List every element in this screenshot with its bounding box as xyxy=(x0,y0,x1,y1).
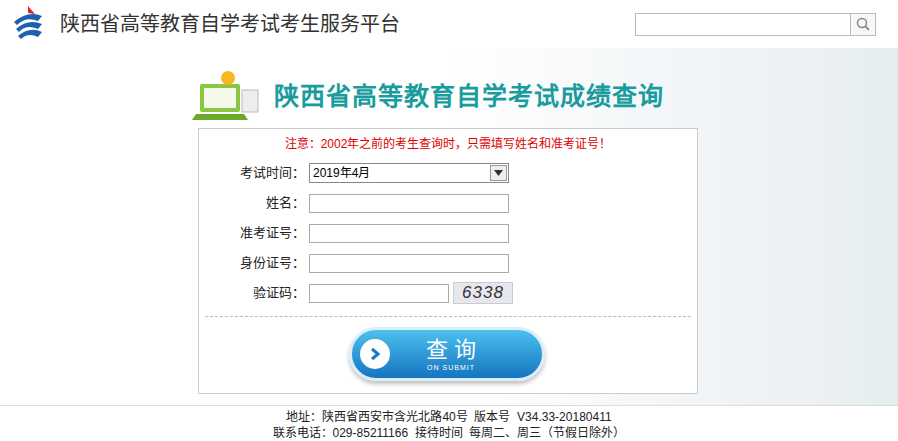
footer-line: 地址：陕西省西安市含光北路40号 版本号 V34.33-20180411 xyxy=(0,409,898,425)
query-form: 注意：2002年之前的考生查询时，只需填写姓名和准考证号！ 考试时间：2019年4… xyxy=(198,128,698,394)
brand: 陕西省高等教育自学考试考生服务平台 xyxy=(8,4,400,44)
logo-icon xyxy=(8,4,48,44)
form-row: 考试时间：2019年4月 xyxy=(199,158,697,188)
dropdown-arrow-icon[interactable] xyxy=(490,165,507,181)
form-row: 准考证号： xyxy=(199,218,697,248)
submit-label: 查 询ON SUBMIT xyxy=(390,337,542,372)
search-box xyxy=(635,13,876,36)
field-label: 姓名： xyxy=(199,193,309,213)
header: 陕西省高等教育自学考试考生服务平台 xyxy=(0,0,898,48)
submit-button[interactable]: 查 询ON SUBMIT xyxy=(349,327,545,381)
text-input[interactable] xyxy=(309,224,509,243)
form-row: 验证码： 6338 xyxy=(199,278,697,308)
panel-heading: 陕西省高等教育自学考试成绩查询 xyxy=(192,70,898,122)
captcha-image[interactable]: 6338 xyxy=(453,282,513,304)
search-input[interactable] xyxy=(635,13,851,36)
field-label: 准考证号： xyxy=(199,223,309,243)
site-title: 陕西省高等教育自学考试考生服务平台 xyxy=(60,11,400,37)
select-value: 2019年4月 xyxy=(310,164,370,182)
arrow-icon xyxy=(360,339,390,369)
panel-title: 陕西省高等教育自学考试成绩查询 xyxy=(274,80,664,112)
submit-subtext: ON SUBMIT xyxy=(427,363,475,372)
form-row: 身份证号： xyxy=(199,248,697,278)
text-input[interactable] xyxy=(309,254,509,273)
footer: 地址：陕西省西安市含光北路40号 版本号 V34.33-20180411联系电话… xyxy=(0,405,898,441)
text-input[interactable] xyxy=(309,194,509,213)
footer-line: 联系电话：029-85211166 接待时间 每周二、周三（节假日除外） xyxy=(0,425,898,441)
form-row: 姓名： xyxy=(199,188,697,218)
exam-time-select[interactable]: 2019年4月 xyxy=(309,163,509,183)
search-icon[interactable] xyxy=(851,13,876,36)
captcha-input[interactable] xyxy=(309,284,449,303)
submit-text: 查 询 xyxy=(426,337,476,363)
field-label: 考试时间： xyxy=(199,163,309,183)
divider xyxy=(205,316,691,317)
notice: 注意：2002年之前的考生查询时，只需填写姓名和准考证号！ xyxy=(199,134,697,154)
computer-icon xyxy=(192,70,266,122)
field-label: 身份证号： xyxy=(199,253,309,273)
field-label: 验证码： xyxy=(199,283,309,303)
main-area: 陕西省高等教育自学考试成绩查询注意：2002年之前的考生查询时，只需填写姓名和准… xyxy=(0,48,898,405)
